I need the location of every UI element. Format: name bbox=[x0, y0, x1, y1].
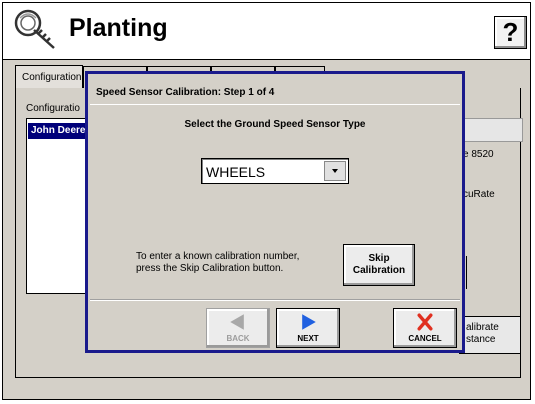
right-panel-header bbox=[463, 118, 523, 142]
dialog-heading: Select the Ground Speed Sensor Type bbox=[184, 119, 366, 130]
app-window: Planting ? Configuration Configuratio Jo… bbox=[2, 2, 531, 400]
next-button[interactable]: NEXT bbox=[276, 308, 340, 348]
help-button[interactable]: ? bbox=[494, 16, 527, 49]
planter-icon bbox=[14, 9, 55, 49]
skip-hint: To enter a known calibration number, pre… bbox=[136, 251, 299, 275]
right-text-model: e 8520 bbox=[463, 149, 494, 160]
title-bar: Planting ? bbox=[3, 3, 530, 60]
chevron-down-icon bbox=[332, 168, 338, 173]
arrow-left-icon bbox=[230, 314, 244, 330]
sensor-type-value: WHEELS bbox=[206, 164, 266, 180]
hint-line-2: press the Skip Calibration button. bbox=[136, 263, 284, 274]
close-icon bbox=[417, 313, 433, 331]
speed-sensor-dialog: Speed Sensor Calibration: Step 1 of 4 Se… bbox=[85, 71, 465, 353]
back-label: BACK bbox=[226, 334, 250, 343]
back-button[interactable]: BACK bbox=[206, 308, 270, 348]
calibrate-line-1: alibrate bbox=[466, 322, 499, 333]
arrow-right-icon bbox=[302, 314, 316, 330]
sensor-type-select[interactable]: WHEELS bbox=[201, 158, 349, 184]
dropdown-button[interactable] bbox=[324, 161, 346, 181]
page-title: Planting bbox=[69, 14, 168, 42]
cancel-label: CANCEL bbox=[408, 334, 442, 343]
configuration-label: Configuratio bbox=[26, 103, 80, 114]
calibrate-distance-button[interactable]: alibrate stance bbox=[459, 316, 521, 354]
right-text-rate: cuRate bbox=[463, 189, 495, 200]
calibrate-line-2: stance bbox=[466, 334, 496, 345]
tab-configuration[interactable]: Configuration bbox=[15, 65, 83, 89]
cancel-button[interactable]: CANCEL bbox=[393, 308, 457, 348]
skip-calibration-button[interactable]: Skip Calibration bbox=[343, 244, 415, 286]
divider bbox=[90, 300, 460, 301]
dialog-title: Speed Sensor Calibration: Step 1 of 4 bbox=[96, 87, 275, 98]
hint-line-1: To enter a known calibration number, bbox=[136, 251, 300, 262]
next-label: NEXT bbox=[297, 334, 319, 343]
skip-line-2: Calibration bbox=[352, 265, 406, 276]
list-item-selected[interactable]: John Deere bbox=[28, 123, 86, 139]
configuration-list[interactable]: John Deere bbox=[26, 118, 88, 294]
skip-line-1: Skip bbox=[368, 253, 390, 264]
divider bbox=[90, 104, 460, 105]
